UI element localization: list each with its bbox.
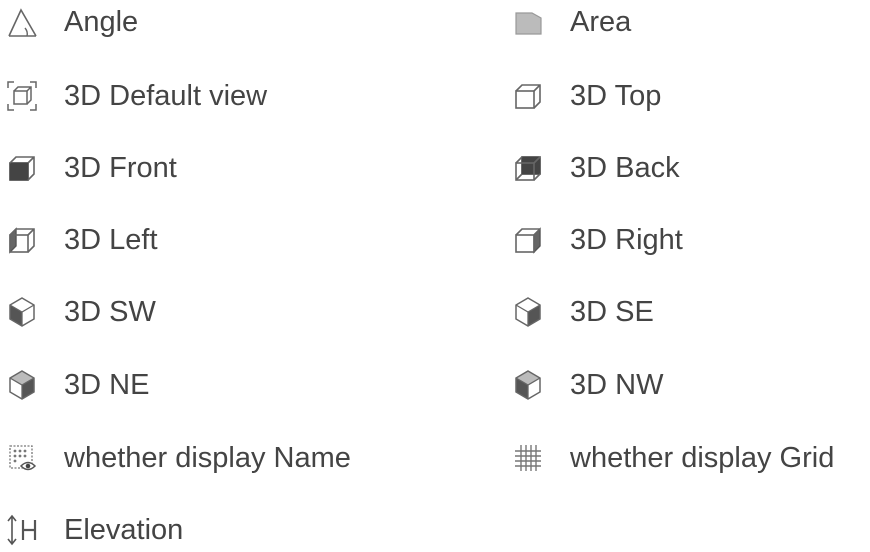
legend-label: 3D NW — [570, 368, 664, 401]
area-icon — [510, 4, 546, 40]
legend-item-3d-default-view: 3D Default view — [4, 74, 267, 118]
legend-label: 3D NE — [64, 368, 150, 401]
legend-item-3d-sw: 3D SW — [4, 290, 156, 334]
legend-label: whether display Grid — [570, 441, 835, 474]
legend-item-3d-nw: 3D NW — [510, 363, 663, 407]
legend-label: 3D SE — [570, 295, 654, 328]
elevation-icon — [4, 512, 40, 548]
legend-item-3d-left: 3D Left — [4, 218, 158, 262]
legend-item-display-name: whether display Name — [4, 436, 351, 480]
3d-right-icon — [510, 222, 546, 258]
legend-item-3d-right: 3D Right — [510, 218, 683, 262]
legend-label: 3D Right — [570, 223, 683, 256]
legend-label: 3D SW — [64, 295, 156, 328]
legend-item-elevation: Elevation — [4, 508, 183, 552]
legend-item-3d-se: 3D SE — [510, 290, 654, 334]
legend-label: Angle — [64, 5, 139, 38]
legend-item-area: Area — [510, 0, 631, 44]
display-name-icon — [4, 440, 40, 476]
legend-label: 3D Default view — [64, 79, 268, 112]
3d-nw-icon — [510, 367, 546, 403]
legend-label: Area — [570, 5, 632, 38]
legend-label: 3D Left — [64, 223, 158, 256]
3d-back-icon — [510, 150, 546, 186]
grid-icon — [510, 440, 546, 476]
legend-label: Elevation — [64, 513, 184, 546]
3d-left-icon — [4, 222, 40, 258]
legend-item-angle: Angle — [4, 0, 138, 44]
3d-ne-icon — [4, 367, 40, 403]
legend-item-3d-back: 3D Back — [510, 146, 680, 190]
3d-front-icon — [4, 150, 40, 186]
legend-label: whether display Name — [64, 441, 351, 474]
3d-se-icon — [510, 294, 546, 330]
legend-item-3d-front: 3D Front — [4, 146, 177, 190]
legend-label: 3D Front — [64, 151, 177, 184]
legend-item-display-grid: whether display Grid — [510, 436, 834, 480]
angle-icon — [4, 4, 40, 40]
legend-item-3d-ne: 3D NE — [4, 363, 149, 407]
3d-default-view-icon — [4, 78, 40, 114]
3d-sw-icon — [4, 294, 40, 330]
legend-label: 3D Top — [570, 79, 662, 112]
3d-top-icon — [510, 78, 546, 114]
legend-item-3d-top: 3D Top — [510, 74, 661, 118]
legend-label: 3D Back — [570, 151, 680, 184]
